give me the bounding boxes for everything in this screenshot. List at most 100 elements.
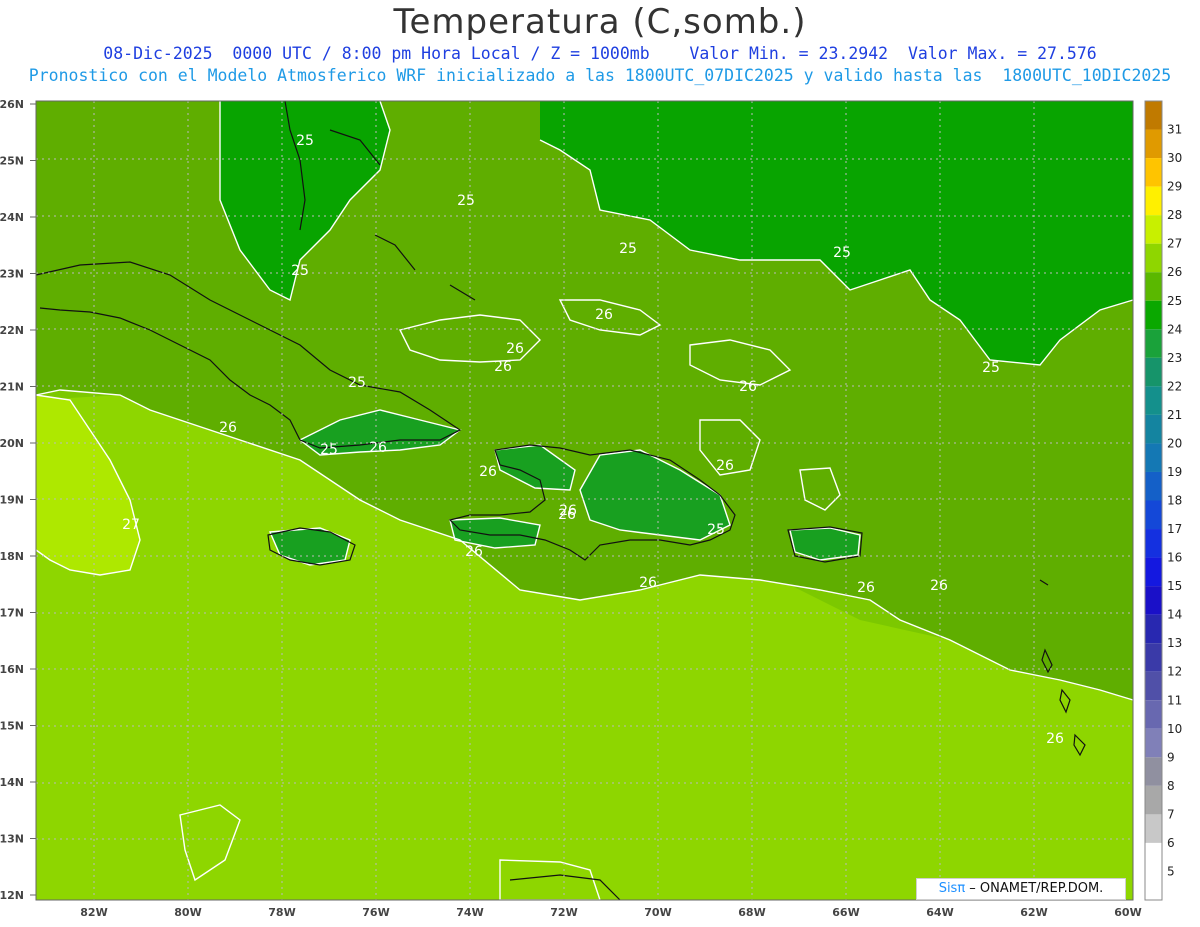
colorbar-label: 24 [1167, 322, 1182, 336]
lon-label: 78W [268, 906, 295, 919]
colorbar-swatch [1145, 871, 1162, 900]
lat-label: 26N [0, 98, 24, 111]
colorbar-swatch [1145, 243, 1162, 273]
contour-label: 26 [494, 359, 512, 375]
lon-label: 70W [644, 906, 671, 919]
colorbar-swatch [1145, 158, 1162, 187]
lon-label: 68W [738, 906, 765, 919]
colorbar-swatch [1145, 757, 1162, 786]
contour-label: 26 [369, 440, 387, 456]
contour-label: 27 [122, 517, 140, 533]
lat-label: 12N [0, 889, 24, 902]
lat-label: 17N [0, 607, 24, 620]
lat-label: 15N [0, 720, 24, 733]
lon-label: 66W [832, 906, 859, 919]
contour-label: 26 [219, 420, 237, 436]
colorbar-label: 18 [1167, 494, 1182, 508]
lon-label: 64W [926, 906, 953, 919]
contour-label: 25 [619, 241, 637, 257]
colorbar-label: 23 [1167, 351, 1182, 365]
colorbar-label: 20 [1167, 436, 1182, 450]
colorbar-swatch [1145, 529, 1162, 558]
colorbar-label: 11 [1167, 693, 1182, 707]
colorbar-swatch [1145, 443, 1162, 472]
lat-label: 18N [0, 550, 24, 563]
colorbar-label: 15 [1167, 579, 1182, 593]
colorbar-swatch [1145, 414, 1162, 444]
longitude-labels: 82W 80W 78W 76W 74W 72W 70W 68W 66W 64W 62W 60W [80, 906, 1141, 919]
colorbar-swatch [1145, 272, 1162, 301]
colorbar-label: 5 [1167, 864, 1175, 878]
sispi-logo: Sisπ [938, 881, 966, 896]
colorbar-swatch [1145, 215, 1162, 244]
lon-label: 60W [1114, 906, 1141, 919]
lat-label: 14N [0, 776, 24, 789]
colorbar-swatch [1145, 728, 1162, 758]
contour-label: 26 [506, 341, 524, 357]
colorbar-label: 27 [1167, 237, 1182, 251]
colorbar-swatch [1145, 614, 1162, 644]
colorbar-label: 16 [1167, 551, 1182, 565]
contour-label: 26 [595, 307, 613, 323]
contour-label: 25 [296, 133, 314, 149]
colorbar-swatch [1145, 785, 1162, 815]
colorbar-swatch [1145, 842, 1162, 872]
colorbar-swatch [1145, 557, 1162, 587]
contour-label: 26 [930, 578, 948, 594]
colorbar: 31 30 29 28 27 26 25 24 23 22 21 20 19 18 17 16 15 14 13 12… [1144, 100, 1182, 901]
colorbar-label: 25 [1167, 294, 1182, 308]
colorbar-swatch [1145, 186, 1162, 216]
contour-label: 25 [833, 245, 851, 261]
colorbar-label: 17 [1167, 522, 1182, 536]
colorbar-label: 30 [1167, 151, 1182, 165]
colorbar-swatch [1145, 300, 1162, 330]
lon-label: 76W [362, 906, 389, 919]
colorbar-swatch [1145, 671, 1162, 701]
colorbar-label: 7 [1167, 807, 1175, 821]
colorbar-swatch [1145, 471, 1162, 501]
colorbar-label: 8 [1167, 779, 1175, 793]
contour-label: 25 [348, 375, 366, 391]
colorbar-swatch [1145, 643, 1162, 672]
colorbar-swatch [1145, 586, 1162, 615]
lat-label: 16N [0, 663, 24, 676]
latitude-labels: 26N 25N 24N 23N 22N 21N 20N 19N 18N 17N 16N 15N 14N 1… [0, 98, 36, 902]
colorbar-swatch [1145, 700, 1162, 729]
colorbar-swatch [1145, 500, 1162, 530]
contour-label: 26 [716, 458, 734, 474]
contour-label: 25 [457, 193, 475, 209]
contour-label: 26 [639, 575, 657, 591]
colorbar-label: 9 [1167, 750, 1175, 764]
lat-label: 19N [0, 494, 24, 507]
contour-label: 25 [291, 263, 309, 279]
colorbar-swatch [1145, 386, 1162, 415]
contour-label: 26 [465, 544, 483, 560]
contour-label: 26 [479, 464, 497, 480]
colorbar-label: 28 [1167, 208, 1182, 222]
colorbar-label: 21 [1167, 408, 1182, 422]
colorbar-label: 22 [1167, 379, 1182, 393]
colorbar-swatch [1145, 814, 1162, 843]
contour-label: 26 [739, 379, 757, 395]
lon-label: 62W [1020, 906, 1047, 919]
lon-label: 80W [174, 906, 201, 919]
lat-label: 25N [0, 155, 24, 168]
credit-text: – ONAMET/REP.DOM. [965, 881, 1104, 896]
colorbar-label: 29 [1167, 180, 1182, 194]
colorbar-label: 31 [1167, 123, 1182, 137]
colorbar-label: 12 [1167, 665, 1182, 679]
lat-label: 20N [0, 437, 24, 450]
lat-label: 13N [0, 833, 24, 846]
lat-label: 23N [0, 268, 24, 281]
colorbar-label: 26 [1167, 265, 1182, 279]
temperature-map: 26N 25N 24N 23N 22N 21N 20N 19N 18N 17N 16N 15N 14N 1… [0, 98, 1182, 919]
colorbar-swatch [1145, 101, 1162, 130]
credit-box: Sisπ – ONAMET/REP.DOM. [916, 878, 1126, 900]
contour-label: 25 [320, 442, 338, 458]
colorbar-label: 10 [1167, 722, 1182, 736]
lon-label: 72W [550, 906, 577, 919]
colorbar-swatch [1145, 357, 1162, 387]
contour-label: 25 [707, 522, 725, 538]
colorbar-swatch [1145, 329, 1162, 358]
contour-label: 26 [1046, 731, 1064, 747]
